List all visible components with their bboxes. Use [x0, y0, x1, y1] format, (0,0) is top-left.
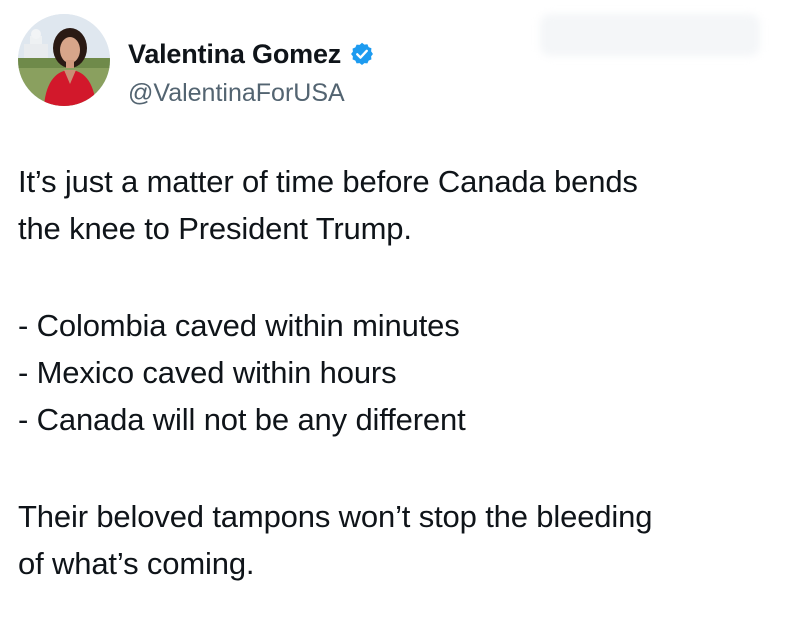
avatar[interactable]: [18, 14, 110, 106]
text-line: of what’s coming.: [18, 546, 255, 581]
text-line: the knee to President Trump.: [18, 211, 412, 246]
tweet-intro: It’s just a matter of time before Canada…: [18, 158, 788, 252]
tweet-closing: Their beloved tampons won’t stop the ble…: [18, 493, 788, 587]
user-handle[interactable]: @ValentinaForUSA: [128, 78, 345, 108]
text-line: Their beloved tampons won’t stop the ble…: [18, 499, 653, 534]
text-line: It’s just a matter of time before Canada…: [18, 164, 638, 199]
bullet-item: - Canada will not be any different: [18, 402, 466, 437]
tweet-bullet-list: - Colombia caved within minutes - Mexico…: [18, 302, 788, 443]
display-name[interactable]: Valentina Gomez: [128, 38, 341, 70]
bullet-item: - Colombia caved within minutes: [18, 308, 460, 343]
avatar-image: [18, 14, 110, 106]
bullet-item: - Mexico caved within hours: [18, 355, 397, 390]
tweet-text: It’s just a matter of time before Canada…: [18, 158, 788, 587]
name-row: Valentina Gomez: [128, 38, 375, 70]
blurred-region: [540, 14, 760, 56]
verified-badge-icon: [349, 41, 375, 67]
